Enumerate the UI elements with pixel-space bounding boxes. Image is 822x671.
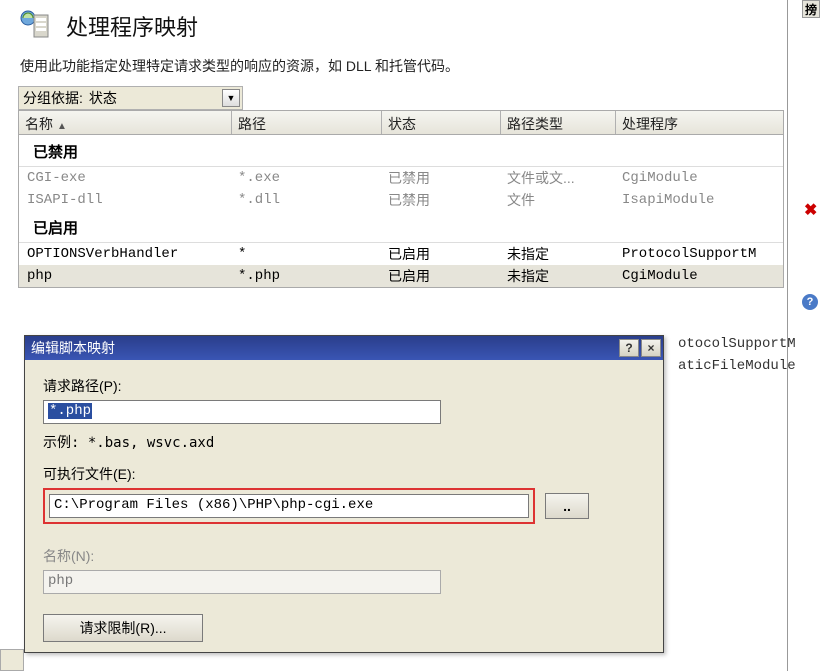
peek-handler: otocolSupportM — [678, 336, 796, 352]
group-disabled[interactable]: 已禁用 — [19, 135, 783, 167]
page-description: 使用此功能指定处理特定请求类型的响应的资源，如 DLL 和托管代码。 — [20, 56, 787, 76]
page-header: 处理程序映射 — [18, 0, 787, 50]
table-row[interactable]: CGI-exe *.exe 已禁用 文件或文... CgiModule — [19, 167, 783, 189]
name-label: 名称(N): — [43, 546, 645, 566]
col-ptype[interactable]: 路径类型 — [501, 111, 616, 134]
right-tab[interactable]: 搒 — [802, 0, 820, 18]
handler-mappings-icon — [18, 8, 54, 44]
request-restrictions-button[interactable]: 请求限制(R)... — [43, 614, 203, 642]
request-path-input[interactable]: *.php — [43, 400, 441, 424]
request-path-example: 示例: *.bas, wsvc.axd — [43, 432, 645, 452]
table-row[interactable]: ISAPI-dll *.dll 已禁用 文件 IsapiModule — [19, 189, 783, 211]
status-bar-fragment — [0, 649, 24, 671]
handlers-table: 名称▲ 路径 状态 路径类型 处理程序 已禁用 CGI-exe *.exe 已禁… — [18, 110, 784, 288]
col-state[interactable]: 状态 — [382, 111, 501, 134]
executable-label: 可执行文件(E): — [43, 464, 645, 484]
name-input: php — [43, 570, 441, 594]
table-body: 已禁用 CGI-exe *.exe 已禁用 文件或文... CgiModule … — [19, 135, 783, 287]
browse-button[interactable]: .. — [545, 493, 589, 519]
table-row[interactable]: php *.php 已启用 未指定 CgiModule — [19, 265, 783, 287]
dialog-body: 请求路径(P): *.php 示例: *.bas, wsvc.axd 可执行文件… — [25, 360, 663, 652]
table-header: 名称▲ 路径 状态 路径类型 处理程序 — [19, 111, 783, 135]
close-button[interactable]: × — [641, 339, 661, 357]
page-title: 处理程序映射 — [66, 10, 198, 42]
col-path[interactable]: 路径 — [232, 111, 382, 134]
executable-highlight: C:\Program Files (x86)\PHP\php-cgi.exe — [43, 488, 535, 524]
edit-script-map-dialog: 编辑脚本映射 ? × 请求路径(P): *.php 示例: *.bas, wsv… — [24, 335, 664, 653]
chevron-down-icon[interactable]: ▼ — [222, 89, 240, 107]
groupby-label: 分组依据: — [23, 88, 83, 108]
request-path-label: 请求路径(P): — [43, 376, 645, 396]
groupby-value: 状态 — [89, 88, 117, 108]
sort-asc-icon: ▲ — [57, 121, 67, 132]
dialog-title: 编辑脚本映射 — [31, 338, 115, 358]
dialog-titlebar[interactable]: 编辑脚本映射 ? × — [25, 336, 663, 360]
executable-input[interactable]: C:\Program Files (x86)\PHP\php-cgi.exe — [49, 494, 529, 518]
group-enabled[interactable]: 已启用 — [19, 211, 783, 243]
table-row[interactable]: OPTIONSVerbHandler * 已启用 未指定 ProtocolSup… — [19, 243, 783, 265]
help-button[interactable]: ? — [619, 339, 639, 357]
close-icon[interactable]: ✖ — [804, 200, 817, 220]
groupby-selector[interactable]: 分组依据: 状态 ▼ — [18, 86, 243, 110]
col-name[interactable]: 名称▲ — [19, 111, 232, 134]
right-panel-edge: 搒 ✖ ? — [802, 0, 822, 671]
col-handler[interactable]: 处理程序 — [616, 111, 783, 134]
peek-handler: aticFileModule — [678, 358, 796, 374]
help-icon[interactable]: ? — [802, 294, 818, 310]
